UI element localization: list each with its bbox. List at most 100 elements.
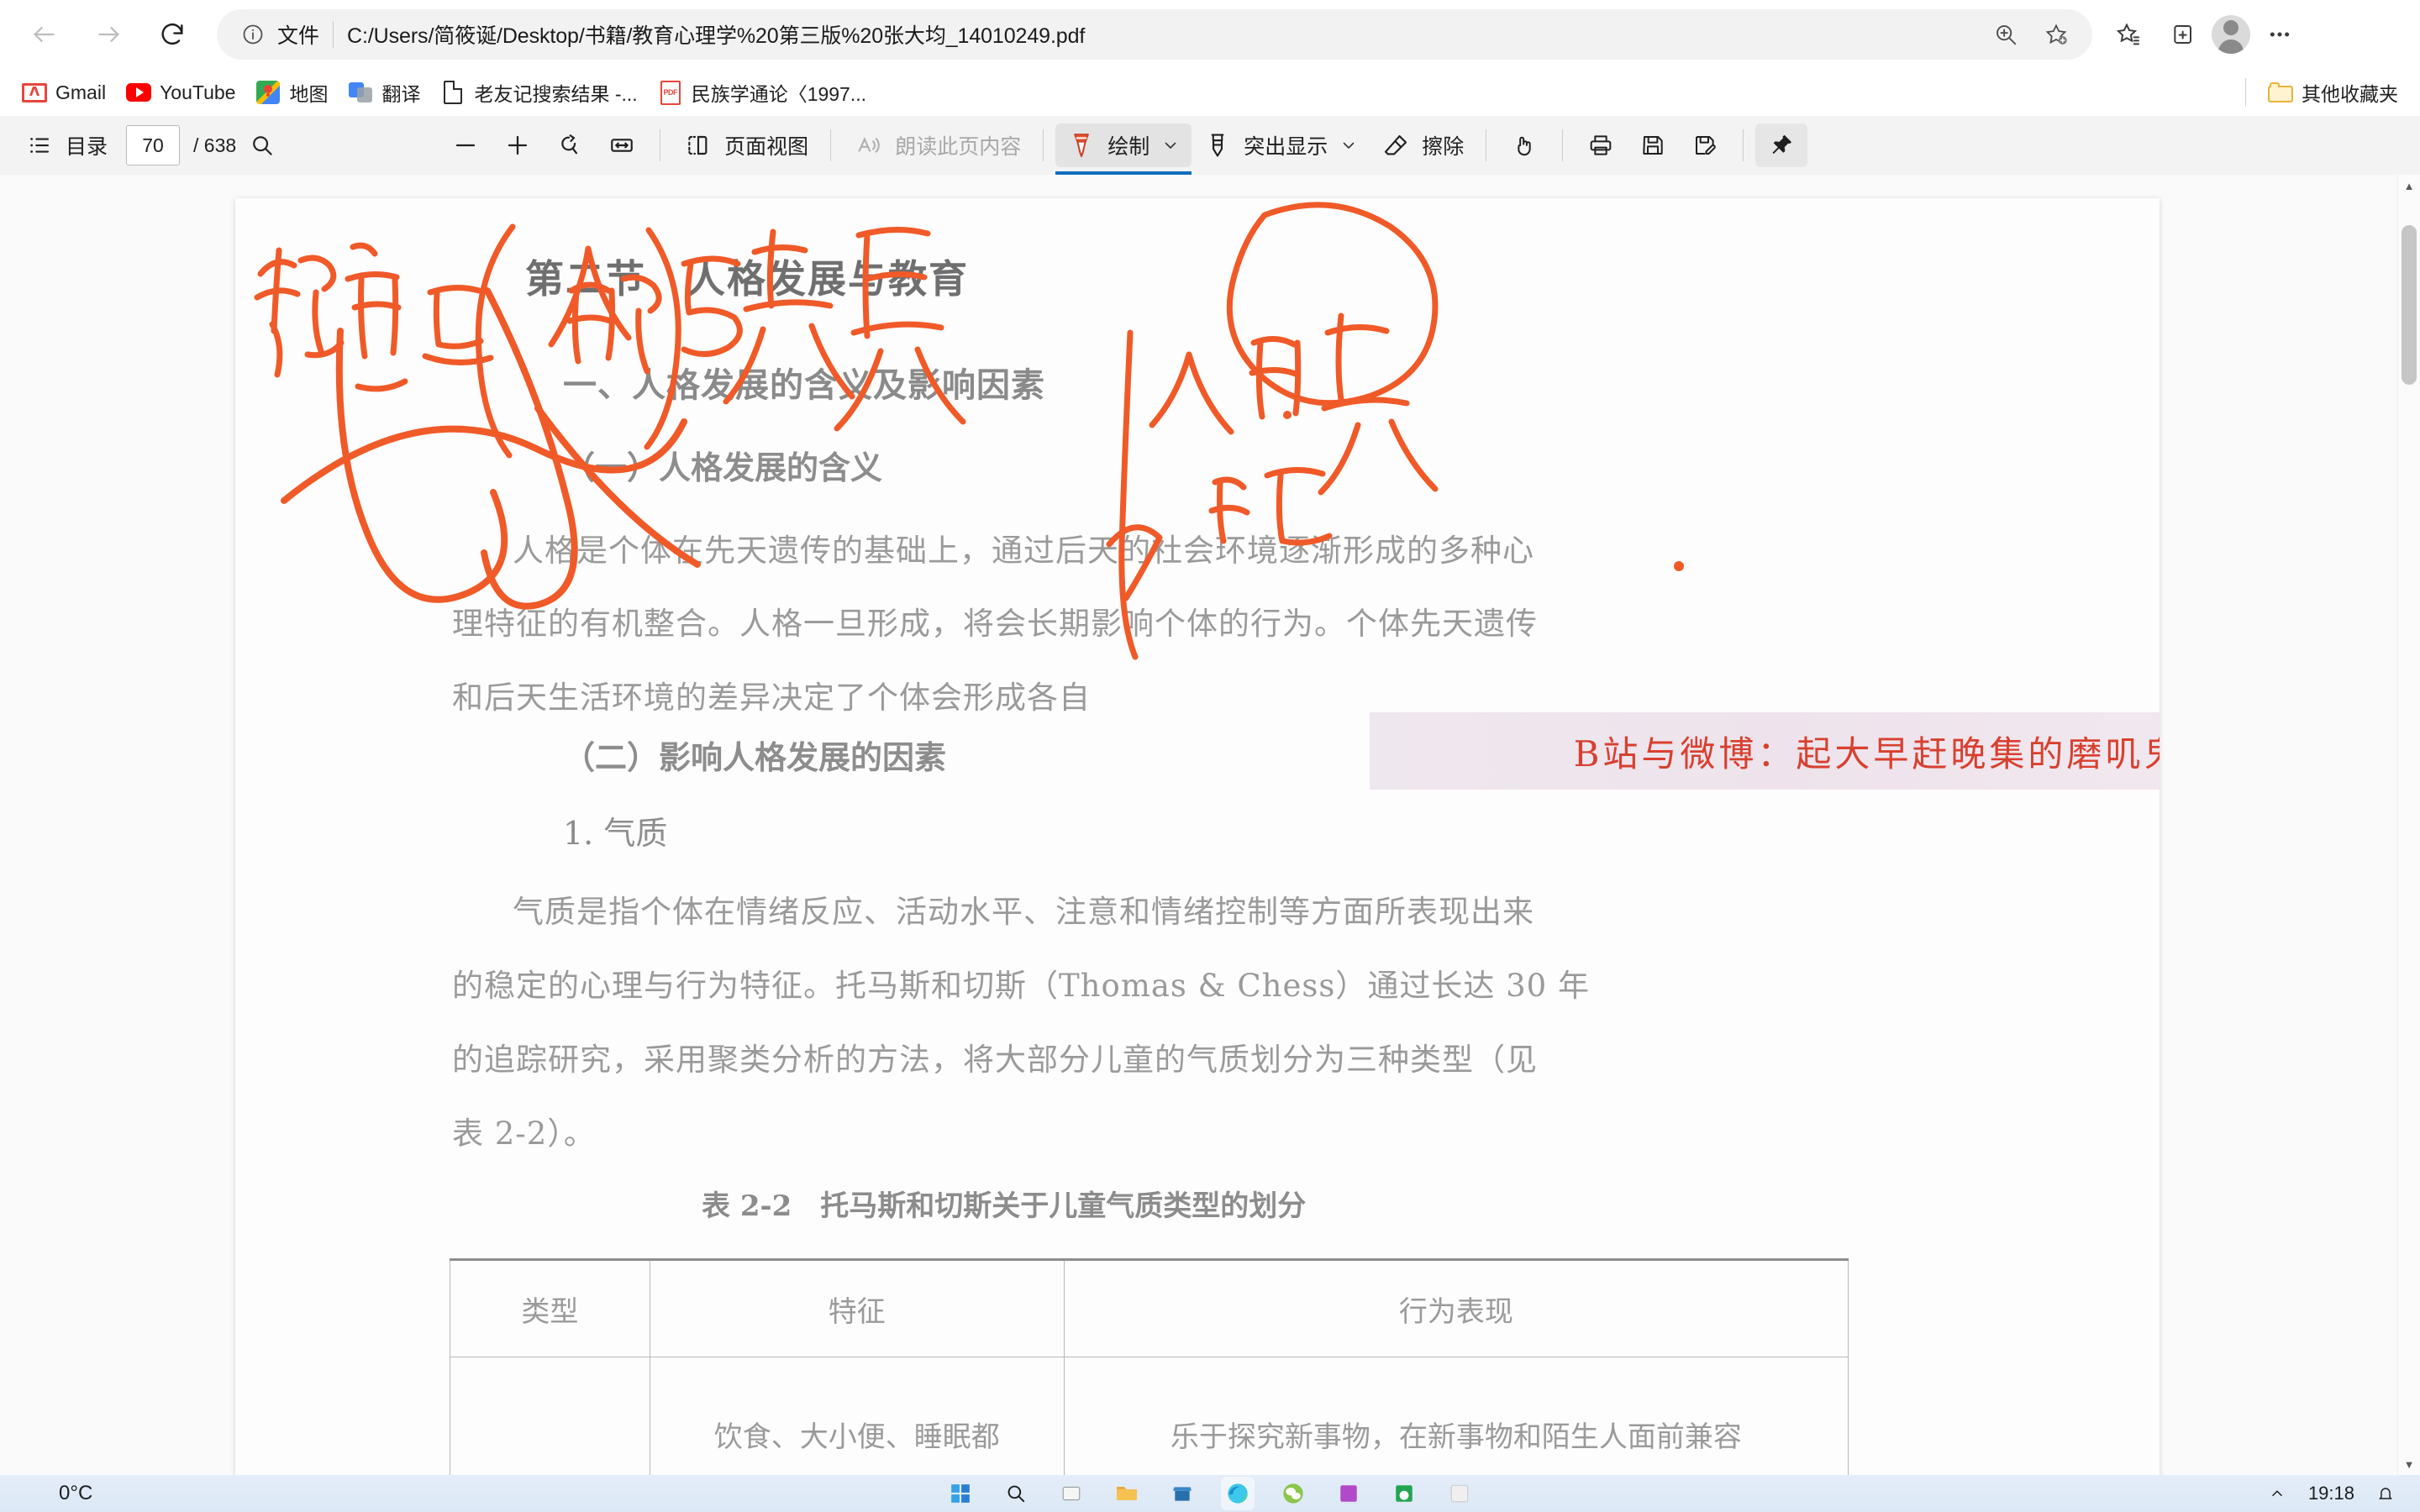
table-header-cell: 类型 (450, 1258, 650, 1357)
search-icon (246, 129, 278, 161)
bookmark-minzuxue[interactable]: PDF 民族学通论〈1997... (648, 73, 876, 112)
weather-widget[interactable]: 0°C (59, 1482, 92, 1505)
heading-level-4: 1. 气质 (563, 815, 668, 852)
section-title: 第二节 人格发展与教育 (525, 256, 969, 302)
chevron-down-icon[interactable] (1160, 134, 1181, 156)
zoom-in-button[interactable] (492, 123, 544, 167)
info-circle-icon[interactable] (239, 20, 267, 49)
folder-icon (2268, 80, 2293, 105)
youtube-icon (126, 80, 152, 105)
wechat-icon[interactable] (1276, 1477, 1310, 1510)
star-add-icon[interactable] (2035, 13, 2077, 55)
url-text[interactable]: C:/Users/简筱诞/Desktop/书籍/教育心理学%20第三版%20张大… (347, 19, 1976, 50)
address-bar[interactable]: 文件 C:/Users/简筱诞/Desktop/书籍/教育心理学%20第三版%2… (217, 9, 2092, 60)
zoom-in-icon[interactable] (1985, 13, 2027, 55)
read-aloud-label: 朗读此页内容 (895, 135, 1022, 159)
collections-icon[interactable] (2158, 10, 2207, 59)
refresh-button[interactable] (146, 8, 198, 60)
highlight-button[interactable]: 突出显示 (1192, 123, 1370, 167)
heading-level-1: 一、人格发展的含义及影响因素 (563, 365, 1045, 405)
taskbar-clock[interactable]: 19:18 (2308, 1483, 2354, 1503)
notification-bell-icon[interactable] (2376, 1484, 2395, 1503)
forward-button[interactable] (82, 8, 134, 60)
scrollbar-thumb[interactable] (2402, 225, 2417, 385)
contents-button[interactable]: 目录 (13, 123, 118, 167)
back-button[interactable] (18, 8, 71, 60)
table-row: 饮食、大小便、睡眠都 乐于探究新事物，在新事物和陌生人面前兼容 (450, 1357, 1849, 1475)
scroll-down-arrow[interactable]: ▼ (2398, 1453, 2420, 1475)
extra-app-icon[interactable] (1443, 1477, 1476, 1510)
plus-icon (502, 129, 534, 161)
contents-label: 目录 (66, 135, 108, 159)
paragraph-2-line-4: 表 2-2）。 (452, 1116, 596, 1152)
profile-avatar[interactable] (2212, 15, 2250, 54)
table-cell (450, 1357, 650, 1475)
save-as-button[interactable] (1679, 123, 1731, 167)
page-icon (440, 80, 466, 105)
edge-icon[interactable] (1221, 1477, 1255, 1510)
scroll-up-arrow[interactable]: ▲ (2398, 175, 2420, 197)
print-button[interactable] (1575, 123, 1627, 167)
table-cell: 饮食、大小便、睡眠都 (649, 1357, 1065, 1475)
taskbar-tray: 19:18 (2268, 1483, 2395, 1504)
chevron-down-icon[interactable] (1338, 134, 1360, 156)
rotate-icon (554, 129, 586, 161)
favorites-icon[interactable] (2104, 10, 2153, 59)
bookmark-label: 其他收藏夹 (2302, 83, 2398, 105)
onenote-icon[interactable] (1332, 1477, 1365, 1510)
pdf-toolbar: 目录 70 / 638 页面视图 朗读此页内容 绘制 突出显示 擦除 (0, 116, 2420, 175)
watermark-text: B站与微博：起大早赶晚集的磨叽鬼 (1573, 732, 2160, 774)
save-icon (1637, 129, 1669, 161)
read-aloud-button[interactable]: 朗读此页内容 (843, 123, 1031, 167)
page-view-button[interactable]: 页面视图 (672, 123, 818, 167)
bookmark-youtube[interactable]: YouTube (116, 75, 245, 110)
pin-toolbar-button[interactable] (1755, 123, 1808, 167)
bookmark-label: YouTube (160, 81, 236, 103)
hand-icon (1508, 129, 1540, 161)
pdf-page-content: 第二节 人格发展与教育 一、人格发展的含义及影响因素 （一）人格发展的含义 人格… (235, 198, 2160, 1475)
pdf-viewer[interactable]: 第二节 人格发展与教育 一、人格发展的含义及影响因素 （一）人格发展的含义 人格… (0, 175, 2420, 1475)
save-button[interactable] (1627, 123, 1679, 167)
pdf-page: 第二节 人格发展与教育 一、人格发展的含义及影响因素 （一）人格发展的含义 人格… (235, 198, 2160, 1475)
print-icon (1585, 129, 1617, 161)
list-icon (24, 129, 55, 161)
page-number-input[interactable]: 70 (126, 125, 181, 165)
fit-width-button[interactable] (596, 123, 648, 167)
table-cell: 乐于探究新事物，在新事物和陌生人面前兼容 (1063, 1357, 1849, 1475)
temperament-table: 类型 特征 行为表现 饮食、大小便、睡眠都 乐于探究新事物，在新事物和陌生人面前… (450, 1258, 1849, 1475)
paragraph-1-line-3: 和后天生活环境的差异决定了个体会形成各自 (452, 680, 1091, 716)
table-caption: 表 2-2 托马斯和切斯关于儿童气质类型的划分 (702, 1189, 1307, 1223)
file-explorer-icon[interactable] (1110, 1477, 1144, 1510)
toolbar-divider-6 (1743, 129, 1744, 161)
start-button[interactable] (944, 1477, 977, 1510)
hand-tool-button[interactable] (1498, 123, 1550, 167)
search-button[interactable] (236, 123, 288, 167)
search-taskbar-icon[interactable] (999, 1477, 1033, 1510)
bookmark-translate[interactable]: 翻译 (338, 73, 430, 112)
rotate-button[interactable] (544, 123, 596, 167)
tray-icons[interactable] (2268, 1484, 2286, 1503)
viewer-scrollbar[interactable]: ▲ ▼ (2397, 175, 2420, 1475)
save-as-icon (1689, 129, 1721, 161)
task-view-icon[interactable] (1055, 1477, 1088, 1510)
wps-icon[interactable] (1387, 1477, 1421, 1510)
zoom-out-button[interactable] (439, 123, 492, 167)
bookmark-gmail[interactable]: Gmail (12, 75, 116, 110)
paragraph-2-line-1: 气质是指个体在情绪反应、活动水平、注意和情绪控制等方面所表现出来 (513, 894, 1534, 930)
bookmark-maps[interactable]: 地图 (245, 73, 338, 112)
browser-toolbar-right (2092, 10, 2319, 59)
erase-button[interactable]: 擦除 (1370, 123, 1474, 167)
bookmark-friends-search[interactable]: 老友记搜索结果 -... (430, 73, 647, 112)
heading-level-2: （一）人格发展的含义 (563, 449, 883, 486)
settings-more-icon[interactable] (2255, 10, 2304, 59)
navigation-buttons (0, 8, 198, 60)
omnibox-actions (1985, 13, 2077, 55)
paragraph-1-line-1: 人格是个体在先天遗传的基础上，通过后天的社会环境逐渐形成的多种心 (513, 533, 1534, 569)
draw-button[interactable]: 绘制 (1055, 123, 1192, 175)
bookmark-other-folder[interactable]: 其他收藏夹 (2258, 73, 2408, 112)
watermark-banner: B站与微博：起大早赶晚集的磨叽鬼 (1370, 712, 2160, 790)
highlight-label: 突出显示 (1244, 135, 1328, 159)
store-icon[interactable] (1165, 1477, 1199, 1510)
paragraph-2-line-2: 的稳定的心理与行为特征。托马斯和切斯（Thomas & Chess）通过长达 3… (452, 968, 1590, 1004)
paragraph-2-line-3: 的追踪研究，采用聚类分析的方法，将大部分儿童的气质划分为三种类型（见 (452, 1042, 1538, 1078)
